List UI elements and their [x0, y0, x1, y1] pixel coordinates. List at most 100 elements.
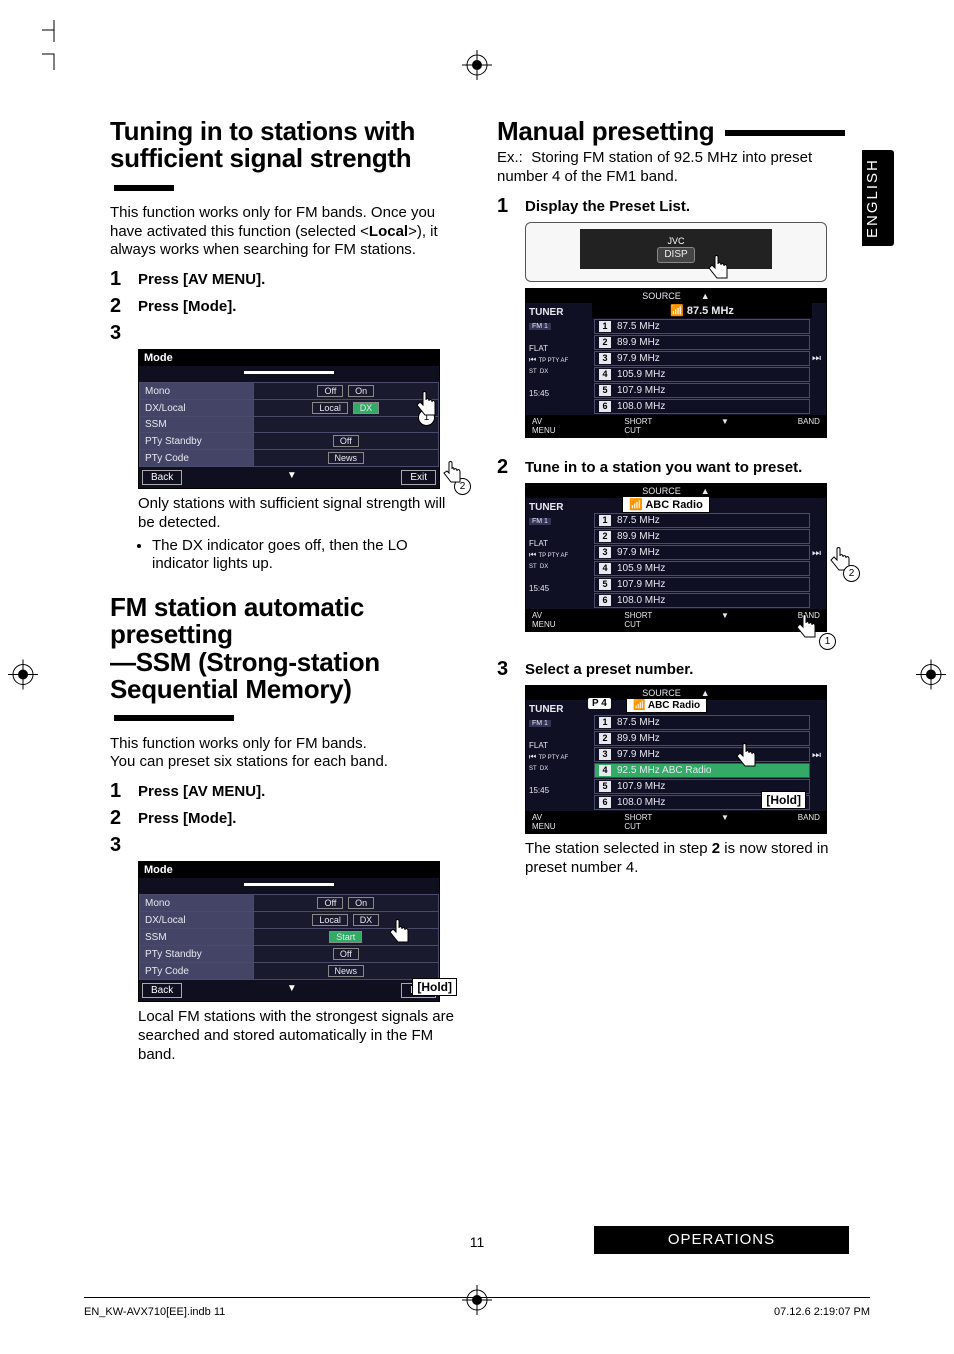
step-2: 2 Press [Mode].: [110, 295, 463, 318]
mode-screenshot-1: Mode ▬▬▬▬▬▬▬▬▬ MonoOff On DX/LocalLocal …: [138, 349, 440, 489]
ex-body: Storing FM station of 92.5 MHz into pres…: [497, 149, 812, 185]
caption-2: Local FM stations with the strongest sig…: [138, 1008, 463, 1064]
mode-tabstrip: ▬▬▬▬▬▬▬▬▬: [139, 366, 439, 382]
mode-row-ptystandby: PTy Standby: [140, 433, 254, 450]
intro-2b: You can preset six stations for each ban…: [110, 753, 463, 772]
language-tab: ENGLISH: [862, 150, 894, 246]
dx-local: Local: [312, 402, 348, 414]
tuner-preset-list-3: SOURCE ▲ TUNER FM 1 FLAT ⏮ TP PTY AF ST …: [525, 685, 827, 834]
list-item: 5107.9 MHz: [594, 383, 810, 398]
list-item: 187.5 MHz: [594, 319, 810, 334]
concl-num: 2: [712, 840, 720, 857]
list-item: 397.9 MHz: [594, 351, 810, 366]
section-bar: OPERATIONS: [594, 1226, 849, 1254]
flags-label: TP PTY AF ST DX: [529, 358, 568, 375]
step-num: 3: [110, 834, 128, 857]
mode-row-dxlocal: DX/Local: [140, 912, 254, 929]
step-num: 1: [110, 268, 128, 291]
tuner-title: TUNER: [529, 307, 563, 318]
step-text: Tune in to a station you want to preset.: [525, 456, 802, 476]
mode-row-mono: Mono: [140, 895, 254, 912]
section-title-2: FM station automatic presetting —SSM (St…: [110, 594, 463, 730]
h3: Manual presetting: [497, 116, 714, 146]
step-text: Select a preset number.: [525, 658, 693, 678]
callout-2: 2: [843, 565, 860, 582]
section-title-1: Tuning in to stations with sufficient si…: [110, 118, 463, 200]
band-label: FM 1: [529, 720, 551, 727]
section-title-3: Manual presetting: [497, 118, 850, 145]
step-text: Press [Mode].: [138, 295, 236, 315]
disp-button: DISP: [657, 247, 694, 263]
page-number: 11: [470, 1234, 485, 1250]
h2-l1: FM station automatic presetting: [110, 592, 364, 649]
example-text: Ex.: Storing FM station of 92.5 MHz into…: [497, 149, 850, 187]
pty-news: News: [328, 452, 365, 464]
list-item: 187.5 MHz: [594, 715, 810, 730]
left-column: Tuning in to stations with sufficient si…: [110, 118, 463, 1068]
step-r1: 1Display the Preset List.: [497, 195, 850, 218]
ex-lead: Ex.:: [497, 149, 523, 166]
hand-cursor-icon: [734, 743, 760, 769]
band-btn: BAND: [798, 417, 820, 435]
preset-indicator: P 4: [588, 698, 611, 709]
list-item: 289.9 MHz: [594, 335, 810, 350]
footer-line: [84, 1297, 870, 1298]
dx-dx: DX: [353, 402, 380, 414]
hand-cursor-icon: [706, 255, 732, 281]
step-num: 1: [110, 780, 128, 803]
avmenu-label: AV MENU: [532, 611, 556, 629]
flat-label: FLAT: [529, 539, 548, 548]
mode-tabstrip: ▬▬▬▬▬▬▬▬▬: [139, 878, 439, 894]
exit-btn: Exit: [401, 470, 436, 485]
registration-mark-bottom: [462, 1285, 492, 1320]
tuner-title: TUNER: [529, 704, 563, 715]
mono-off: Off: [317, 385, 343, 397]
hand-cursor-icon: [441, 461, 465, 485]
current-freq: 📶 87.5 MHz: [592, 303, 812, 318]
list-item: 4105.9 MHz: [594, 561, 810, 576]
mode-title: Mode: [139, 862, 439, 878]
band-btn: BAND: [798, 813, 820, 831]
band-label: FM 1: [529, 323, 551, 330]
shortcut-label: SHORT CUT: [624, 417, 652, 435]
step-num: 2: [110, 807, 128, 830]
flags-label: TP PTY AF ST DX: [529, 553, 568, 570]
source-label: SOURCE: [642, 486, 681, 496]
h1-l1: Tuning in to stations with: [110, 116, 415, 146]
back-btn: Back: [142, 983, 182, 998]
back-btn: Back: [142, 470, 182, 485]
list-item: 397.9 MHz: [594, 545, 810, 560]
hold-label: [Hold]: [412, 978, 457, 996]
h2-l2: —SSM (Strong-station: [110, 647, 380, 677]
list-item: 6108.0 MHz: [594, 399, 810, 414]
intro-2a: This function works only for FM bands.: [110, 735, 463, 754]
step-1: 1 Press [AV MENU].: [110, 268, 463, 291]
step-num: 3: [110, 322, 128, 345]
list-item: 492.5 MHz ABC Radio: [594, 763, 810, 778]
hand-cursor-icon: [387, 919, 413, 945]
shortcut-label: SHORT CUT: [624, 813, 652, 831]
right-column: Manual presetting Ex.: Storing FM statio…: [497, 118, 850, 1068]
mode-title: Mode: [139, 350, 439, 366]
list-item: 397.9 MHz: [594, 747, 810, 762]
step-1b: 1Press [AV MENU].: [110, 780, 463, 803]
avmenu-label: AV MENU: [532, 813, 556, 831]
step-3b: 3: [110, 834, 463, 857]
mode-row-mono: Mono: [140, 383, 254, 400]
shortcut-label: SHORT CUT: [624, 611, 652, 629]
mode-row-dxlocal: DX/Local: [140, 400, 254, 417]
step-text: Press [AV MENU].: [138, 268, 265, 288]
concl-pre: The station selected in step: [525, 840, 712, 857]
bullet-1: The DX indicator goes off, then the LO i…: [152, 537, 463, 575]
mode-row-ssm: SSM: [140, 417, 254, 433]
step-num: 2: [110, 295, 128, 318]
dx-dx: DX: [353, 914, 380, 926]
pty-off: Off: [333, 435, 359, 447]
hand-cursor-icon: [794, 614, 820, 640]
footer-left: EN_KW-AVX710[EE].indb 11: [84, 1306, 225, 1318]
intro-bold: Local: [369, 223, 408, 240]
footer-right: 07.12.6 2:19:07 PM: [774, 1306, 870, 1318]
band-label: FM 1: [529, 518, 551, 525]
list-item: 5107.9 MHz: [594, 577, 810, 592]
source-label: SOURCE: [642, 291, 681, 301]
